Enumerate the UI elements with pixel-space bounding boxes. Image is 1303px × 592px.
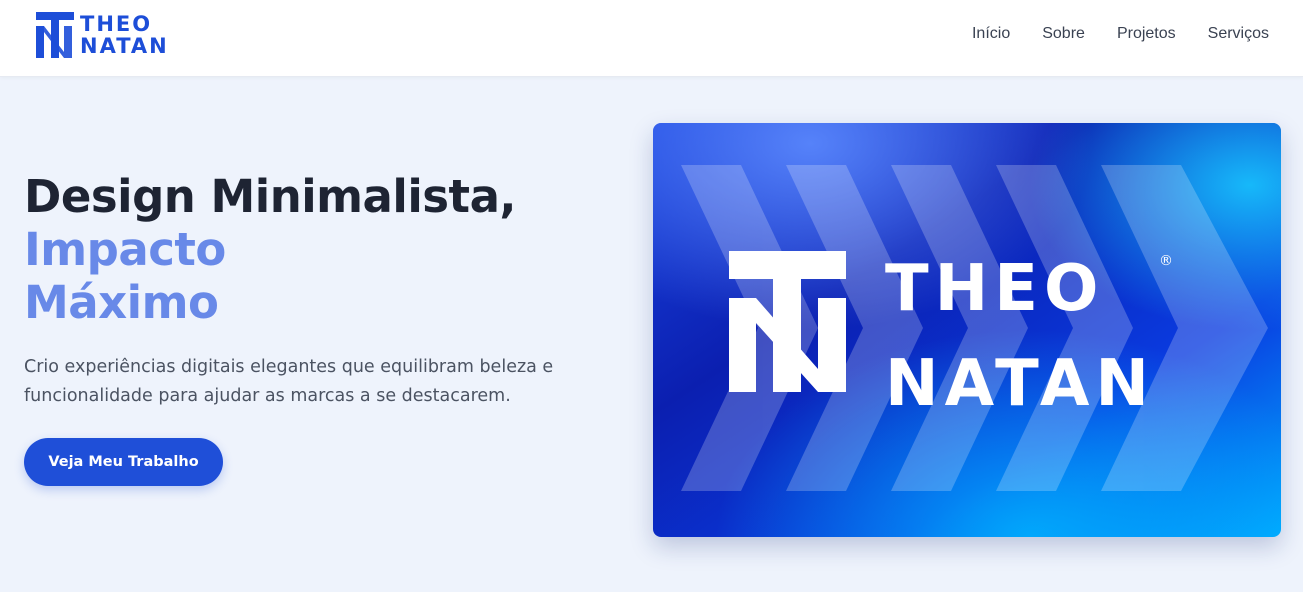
- banner-name-line1: THEO: [885, 252, 1104, 326]
- tn-monogram-icon: [36, 12, 74, 58]
- brand-name-line2: NATAN: [80, 34, 169, 58]
- registered-mark: ®: [1159, 253, 1173, 269]
- hero-title-line2: Impacto: [24, 223, 226, 276]
- tn-monogram-large-icon: [729, 251, 846, 392]
- brand-name-line1: THEO: [80, 12, 153, 36]
- nav-link-inicio[interactable]: Início: [972, 25, 1010, 43]
- hero-title: Design Minimalista, Impacto Máximo: [24, 170, 624, 329]
- hero-description: Crio experiências digitais elegantes que…: [24, 357, 554, 406]
- brand-wordmark: THEO NATAN: [80, 13, 169, 57]
- nav-link-projetos[interactable]: Projetos: [1117, 25, 1176, 43]
- site-header: THEO NATAN Início Sobre Projetos Serviço…: [0, 0, 1303, 77]
- hero-title-line1: Design Minimalista,: [24, 170, 517, 223]
- nav-link-servicos[interactable]: Serviços: [1208, 25, 1269, 43]
- view-work-button[interactable]: Veja Meu Trabalho: [24, 438, 223, 486]
- banner-name-line2: NATAN: [885, 347, 1155, 421]
- hero-image: THEO NATAN ®: [653, 123, 1281, 537]
- brand-logo[interactable]: THEO NATAN: [36, 10, 169, 60]
- hero-title-line3: Máximo: [24, 276, 219, 329]
- main-nav: Início Sobre Projetos Serviços: [972, 25, 1269, 43]
- nav-link-sobre[interactable]: Sobre: [1042, 25, 1085, 43]
- hero-section: Design Minimalista, Impacto Máximo Crio …: [24, 170, 624, 411]
- brand-banner-graphic: THEO NATAN ®: [653, 123, 1281, 537]
